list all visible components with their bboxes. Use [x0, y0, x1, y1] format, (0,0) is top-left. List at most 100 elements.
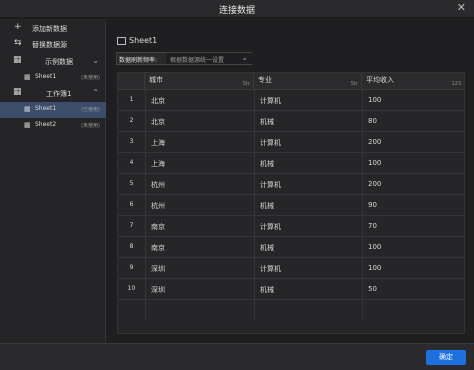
sample-group-label: 示例数据 [45, 58, 73, 66]
column-name: 平均收入 [366, 76, 394, 84]
cell-income: 100 [368, 96, 382, 104]
workbook-group-label: 工作簿1 [46, 90, 72, 98]
table-icon [117, 37, 126, 45]
sidebar-item-sample-sheet1[interactable]: ▦ Sheet1 (未使用) [0, 70, 106, 86]
sidebar-group-sample[interactable]: ▦ 示例数据 ⌄ [0, 54, 106, 70]
cell-major: 机械 [260, 202, 274, 210]
row-index: 3 [129, 138, 134, 145]
cell-city: 深圳 [151, 265, 165, 273]
row-index: 6 [129, 201, 134, 208]
table-row: 1 北京 计算机 100 [118, 90, 464, 111]
cell-major: 计算机 [260, 181, 281, 189]
sheet-icon: ▦ [24, 121, 31, 129]
cell-income: 200 [368, 138, 382, 146]
cell-income: 100 [368, 243, 382, 251]
replace-source-button[interactable]: ⇆ 替换数据源 [0, 37, 106, 53]
column-header-city[interactable]: 城市 Str [145, 73, 254, 90]
cell-major: 机械 [260, 244, 274, 252]
cell-city: 上海 [151, 139, 165, 147]
usage-badge: (已使用) [81, 107, 100, 113]
refresh-frequency-label: 数据刷新频率: [119, 57, 158, 64]
table-row: 8 南京 机械 100 [118, 237, 464, 258]
table-row: 6 杭州 机械 90 [118, 195, 464, 216]
cell-city: 南京 [151, 244, 165, 252]
cell-major: 计算机 [260, 97, 281, 105]
cell-city: 上海 [151, 160, 165, 168]
cell-income: 80 [368, 117, 377, 125]
sheet-icon: ▦ [24, 105, 31, 113]
column-name: 城市 [149, 76, 163, 84]
column-type-badge: 123 [451, 81, 461, 87]
refresh-frequency-value: 根据数据源统一设置 [170, 57, 225, 64]
table-row: 2 北京 机械 80 [118, 111, 464, 132]
table-icon: ▦ [13, 87, 22, 97]
cell-city: 深圳 [151, 286, 165, 294]
table-row: 4 上海 机械 100 [118, 153, 464, 174]
cell-income: 100 [368, 159, 382, 167]
add-data-label: 添加新数据 [32, 25, 67, 33]
chevron-up-icon[interactable]: ⌃ [92, 88, 99, 97]
cell-city: 北京 [151, 118, 165, 126]
swap-icon: ⇆ [14, 38, 22, 48]
table-row: 5 杭州 计算机 200 [118, 174, 464, 195]
usage-badge: (未使用) [81, 75, 100, 81]
cell-major: 机械 [260, 160, 274, 168]
sidebar-item-workbook-sheet1[interactable]: ▦ Sheet1 (已使用) [0, 102, 106, 118]
cell-income: 90 [368, 201, 377, 209]
cell-major: 计算机 [260, 265, 281, 273]
usage-badge: (未使用) [81, 123, 100, 129]
cell-income: 70 [368, 222, 377, 230]
index-header [118, 73, 145, 90]
cell-city: 杭州 [151, 202, 165, 210]
cell-income: 100 [368, 264, 382, 272]
column-type-badge: Str [350, 81, 358, 87]
sidebar-group-workbook[interactable]: ▦ 工作簿1 ⌃ [0, 86, 106, 102]
cell-major: 计算机 [260, 223, 281, 231]
refresh-frequency-control: 数据刷新频率: 根据数据源统一设置 ⌄ [116, 52, 252, 65]
cell-city: 南京 [151, 223, 165, 231]
refresh-frequency-select[interactable]: 根据数据源统一设置 ⌄ [166, 53, 252, 64]
dialog-title: 连接数据 [218, 6, 255, 16]
cell-major: 机械 [260, 118, 274, 126]
cell-city: 杭州 [151, 181, 165, 189]
table-header: 城市 Str 专业 Str 平均收入 123 [118, 73, 464, 90]
row-index: 7 [129, 222, 134, 229]
sidebar: + 添加新数据 ⇆ 替换数据源 ▦ 示例数据 ⌄ ▦ Sheet1 (未使用) … [0, 19, 106, 343]
sample-sheet1-label: Sheet1 [35, 73, 57, 80]
column-type-badge: Str [242, 81, 250, 87]
row-index: 8 [129, 243, 134, 250]
workbook-sheet2-label: Sheet2 [35, 121, 57, 128]
row-index: 2 [129, 117, 134, 124]
cell-income: 50 [368, 285, 377, 293]
cell-major: 机械 [260, 286, 274, 294]
row-index: 5 [129, 180, 134, 187]
chevron-down-icon: ⌄ [241, 53, 248, 62]
replace-source-label: 替换数据源 [32, 41, 67, 49]
dialog-titlebar: 连接数据 ✕ [0, 0, 474, 18]
column-name: 专业 [258, 76, 272, 84]
table-row: 7 南京 计算机 70 [118, 216, 464, 237]
data-preview-table: 城市 Str 专业 Str 平均收入 123 1 北京 计算机 100 2 北京… [117, 72, 465, 334]
add-data-button[interactable]: + 添加新数据 [0, 21, 106, 37]
table-row: 9 深圳 计算机 100 [118, 258, 464, 279]
close-icon[interactable]: ✕ [457, 2, 466, 14]
row-index: 1 [129, 96, 134, 103]
sidebar-item-workbook-sheet2[interactable]: ▦ Sheet2 (未使用) [0, 118, 106, 134]
table-icon: ▦ [13, 55, 22, 65]
chevron-down-icon[interactable]: ⌄ [92, 56, 99, 65]
row-index: 4 [129, 159, 134, 166]
cell-major: 计算机 [260, 139, 281, 147]
cell-income: 200 [368, 180, 382, 188]
table-row: 3 上海 计算机 200 [118, 132, 464, 153]
column-header-major[interactable]: 专业 Str [254, 73, 362, 90]
column-header-income[interactable]: 平均收入 123 [362, 73, 464, 90]
row-index: 10 [127, 285, 136, 292]
table-row: 10 深圳 机械 50 [118, 279, 464, 300]
sheet-title: Sheet1 [129, 36, 158, 45]
cell-city: 北京 [151, 97, 165, 105]
confirm-button[interactable]: 确定 [426, 350, 466, 365]
plus-icon: + [14, 22, 22, 32]
sheet-icon: ▦ [24, 73, 31, 81]
dialog-footer: 确定 [0, 343, 474, 370]
workbook-sheet1-label: Sheet1 [35, 105, 57, 112]
